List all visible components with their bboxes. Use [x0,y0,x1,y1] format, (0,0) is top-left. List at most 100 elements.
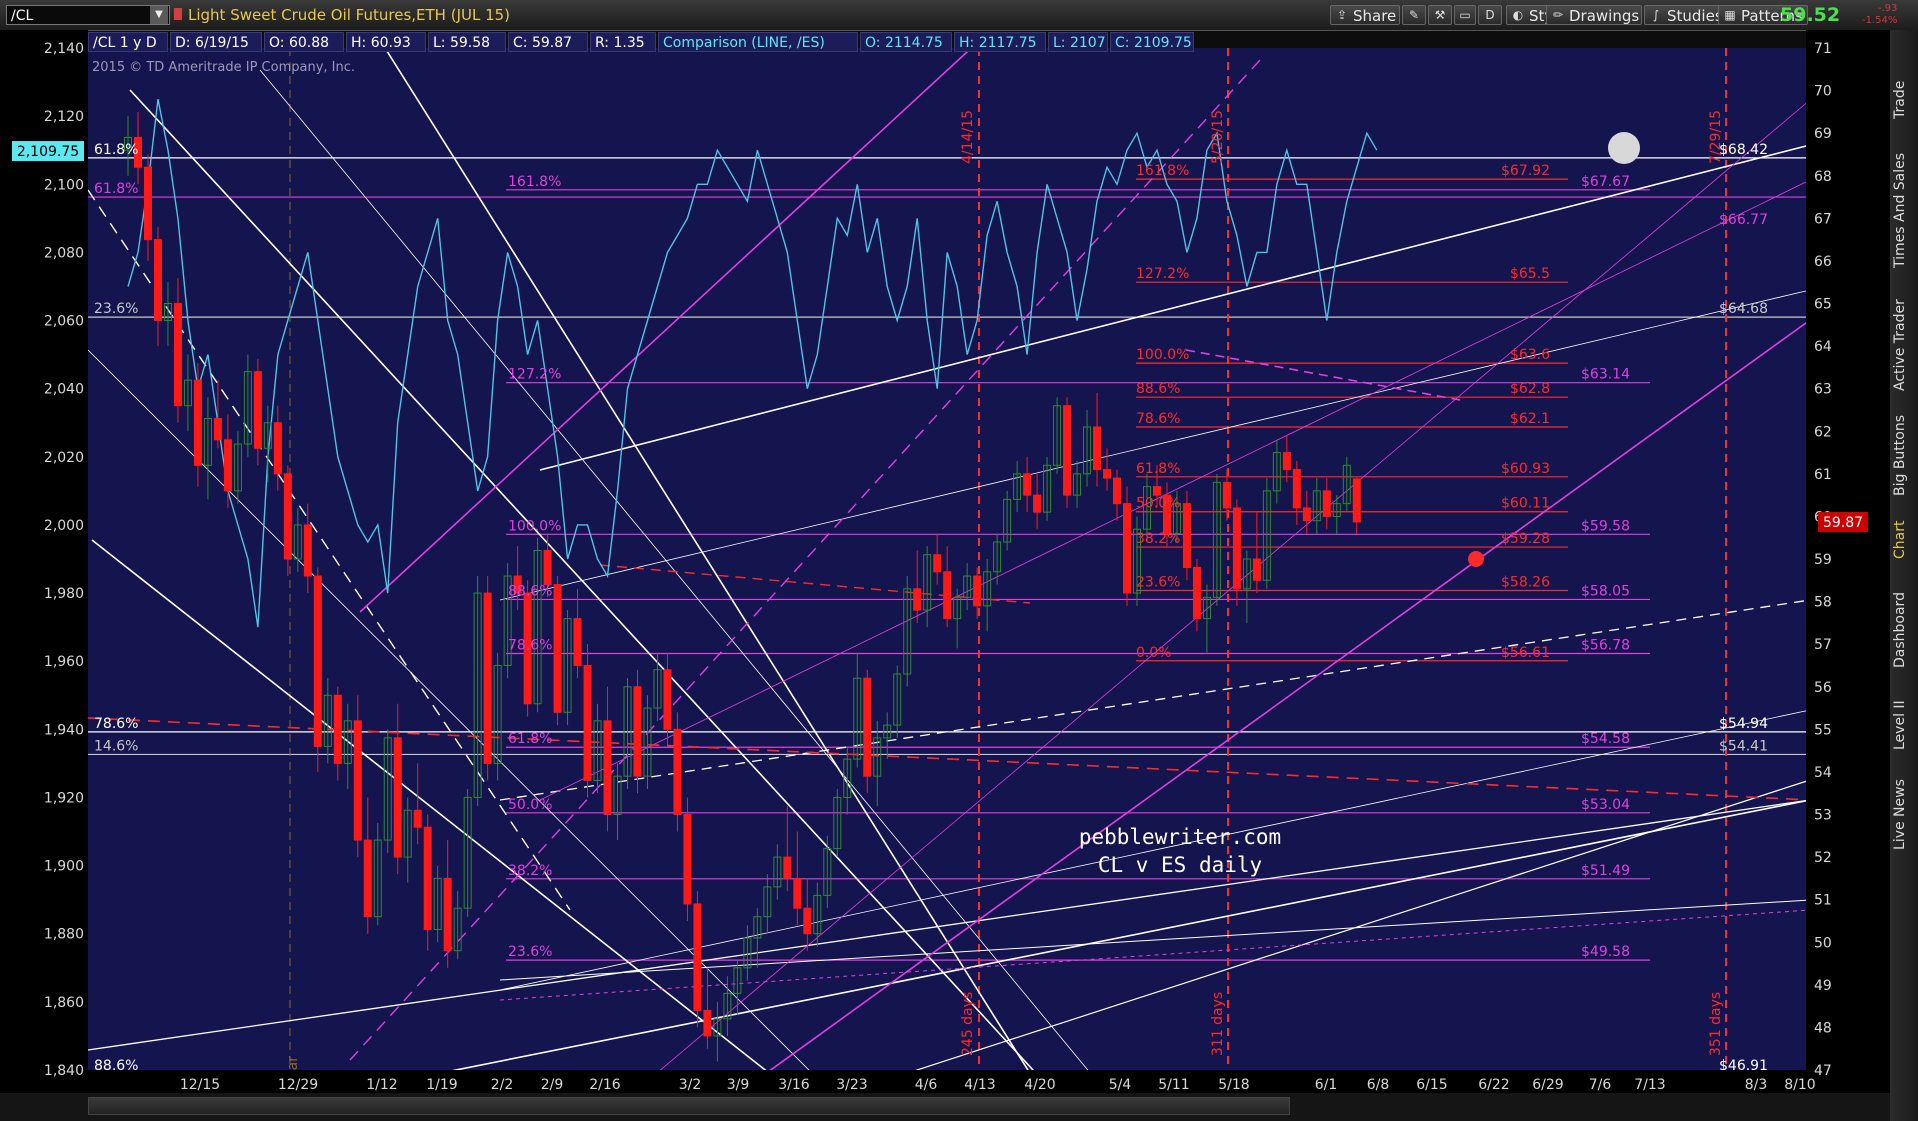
right-tick-label: 48 [1814,1020,1832,1036]
side-tab-dashboard[interactable]: Dashboard [1892,590,1916,670]
price-level-label: $59.28 [1501,531,1550,547]
info-comparison[interactable]: Comparison (LINE, /ES) [658,32,858,52]
side-tab-chart[interactable]: Chart [1892,510,1916,570]
side-tab-trade[interactable]: Trade [1892,70,1916,130]
fib-level-label: 23.6% [508,944,552,960]
time-scrollbar[interactable] [0,1093,1890,1121]
right-tick-label: 57 [1814,637,1832,653]
candle-body [1063,405,1072,496]
fib-level-label: 0.0% [1136,645,1172,661]
scroll-thumb[interactable] [88,1097,1290,1115]
candle-body [803,907,812,935]
fib-level-label: 127.2% [508,367,561,383]
candle-body [1152,486,1161,496]
side-tab-big-buttons[interactable]: Big Buttons [1892,410,1916,500]
price-level-label: $64.68 [1719,301,1768,317]
price-level-label: $67.92 [1501,163,1550,179]
right-tick-label: 58 [1814,595,1832,611]
candle-body [583,664,592,781]
info-low: L: 59.58 [428,32,506,52]
right-tick-label: 71 [1814,41,1832,57]
fib-level-label: 127.2% [1136,266,1189,282]
side-tab-live-news[interactable]: Live News [1892,770,1916,860]
candle-body [793,877,802,909]
candle-body [973,575,982,607]
right-tick-label: 54 [1814,765,1832,781]
info-date: D: 6/19/15 [170,32,262,52]
candle-body [393,737,402,858]
vertical-marker-label: 311 days [1210,992,1226,1056]
fib-level-label: 50.0% [1136,496,1180,512]
trend-line [359,39,981,613]
price-level-label: $56.78 [1581,638,1630,654]
candle-body [933,554,942,573]
right-tick-label: 59 [1814,552,1832,568]
info-cmp-low: L: 2107 [1048,32,1108,52]
right-tick-label: 63 [1814,382,1832,398]
left-tick-label: 2,140 [44,41,84,57]
candle-body [1182,503,1191,569]
marker-dot-white [1608,132,1640,164]
candle-body [333,694,342,764]
fib-level-label: 23.6% [1136,575,1180,591]
copyright-notice: 2015 © TD Ameritrade IP Company, Inc. [92,60,356,75]
x-tick-label: 6/29 [1532,1077,1563,1093]
trend-line [599,99,1811,1121]
info-cmp-high: H: 2117.75 [954,32,1046,52]
fib-level-label: 61.8% [1136,461,1180,477]
x-tick-label: 2/2 [491,1077,514,1093]
candle-body [1023,473,1032,496]
right-tick-label: 52 [1814,850,1832,866]
left-tick-label: 2,000 [44,518,84,534]
price-level-label: $54.94 [1719,716,1768,732]
fib-level-label: 100.0% [508,518,561,534]
right-tick-label: 66 [1814,254,1832,270]
x-tick-label: 6/15 [1416,1077,1447,1093]
right-tick-label: 70 [1814,84,1832,100]
candle-body [1302,507,1311,522]
trend-line [499,289,1811,601]
fib-level-label: 88.6% [508,583,552,599]
price-level-label: $54.58 [1581,731,1630,747]
info-cmp-close: C: 2109.75 [1110,32,1194,52]
right-tick-label: 61 [1814,467,1832,483]
price-level-label: $59.58 [1581,518,1630,534]
left-tick-label: 1,840 [44,1063,84,1079]
side-panel: Trade Times And Sales Active Trader Big But… [1890,30,1918,1121]
right-tick-label: 68 [1814,169,1832,185]
side-tab-active-trader[interactable]: Active Trader [1892,290,1916,400]
x-tick-label: 3/23 [836,1077,867,1093]
candle-body [253,371,262,449]
candle-body [1192,567,1201,620]
x-tick-label: 3/2 [679,1077,702,1093]
fib-level-label: 50.0% [508,797,552,813]
vertical-marker-label: 245 days [960,992,976,1056]
price-level-label: $49.58 [1581,944,1630,960]
x-tick-label: 4/13 [964,1077,995,1093]
candle-body [423,826,432,930]
candle-body [673,728,682,815]
candle-body [913,588,922,611]
marker-dot-red [1468,551,1484,567]
x-tick-label: 2/9 [541,1077,564,1093]
fib-level-label: 78.6% [508,638,552,654]
left-tick-label: 1,940 [44,722,84,738]
candle-body [1123,503,1131,594]
candle-body [1292,469,1301,509]
price-level-label: $65.5 [1510,266,1550,282]
fib-level-label: 88.6% [1136,381,1180,397]
vertical-marker-label: 4/14/15 [960,110,976,164]
info-symbol[interactable]: /CL 1 y D [88,32,168,52]
price-level-label: $60.93 [1501,461,1550,477]
left-tick-label: 1,960 [44,654,84,670]
chart-canvas[interactable]: 61.8% 61.8% 23.6% 78.6% 14.6% 88.6% 127.2% 161.… [0,0,1918,1121]
x-tick-label: 12/15 [180,1077,220,1093]
fib-level-label: 14.6% [94,738,138,754]
candle-body [1103,469,1112,479]
side-tab-level-ii[interactable]: Level II [1892,690,1916,760]
candle-body [413,809,422,828]
trend-line [87,717,1811,801]
side-tab-times-and-sales[interactable]: Times And Sales [1892,150,1916,270]
left-tick-label: 2,100 [44,177,84,193]
candle-body [573,618,582,666]
